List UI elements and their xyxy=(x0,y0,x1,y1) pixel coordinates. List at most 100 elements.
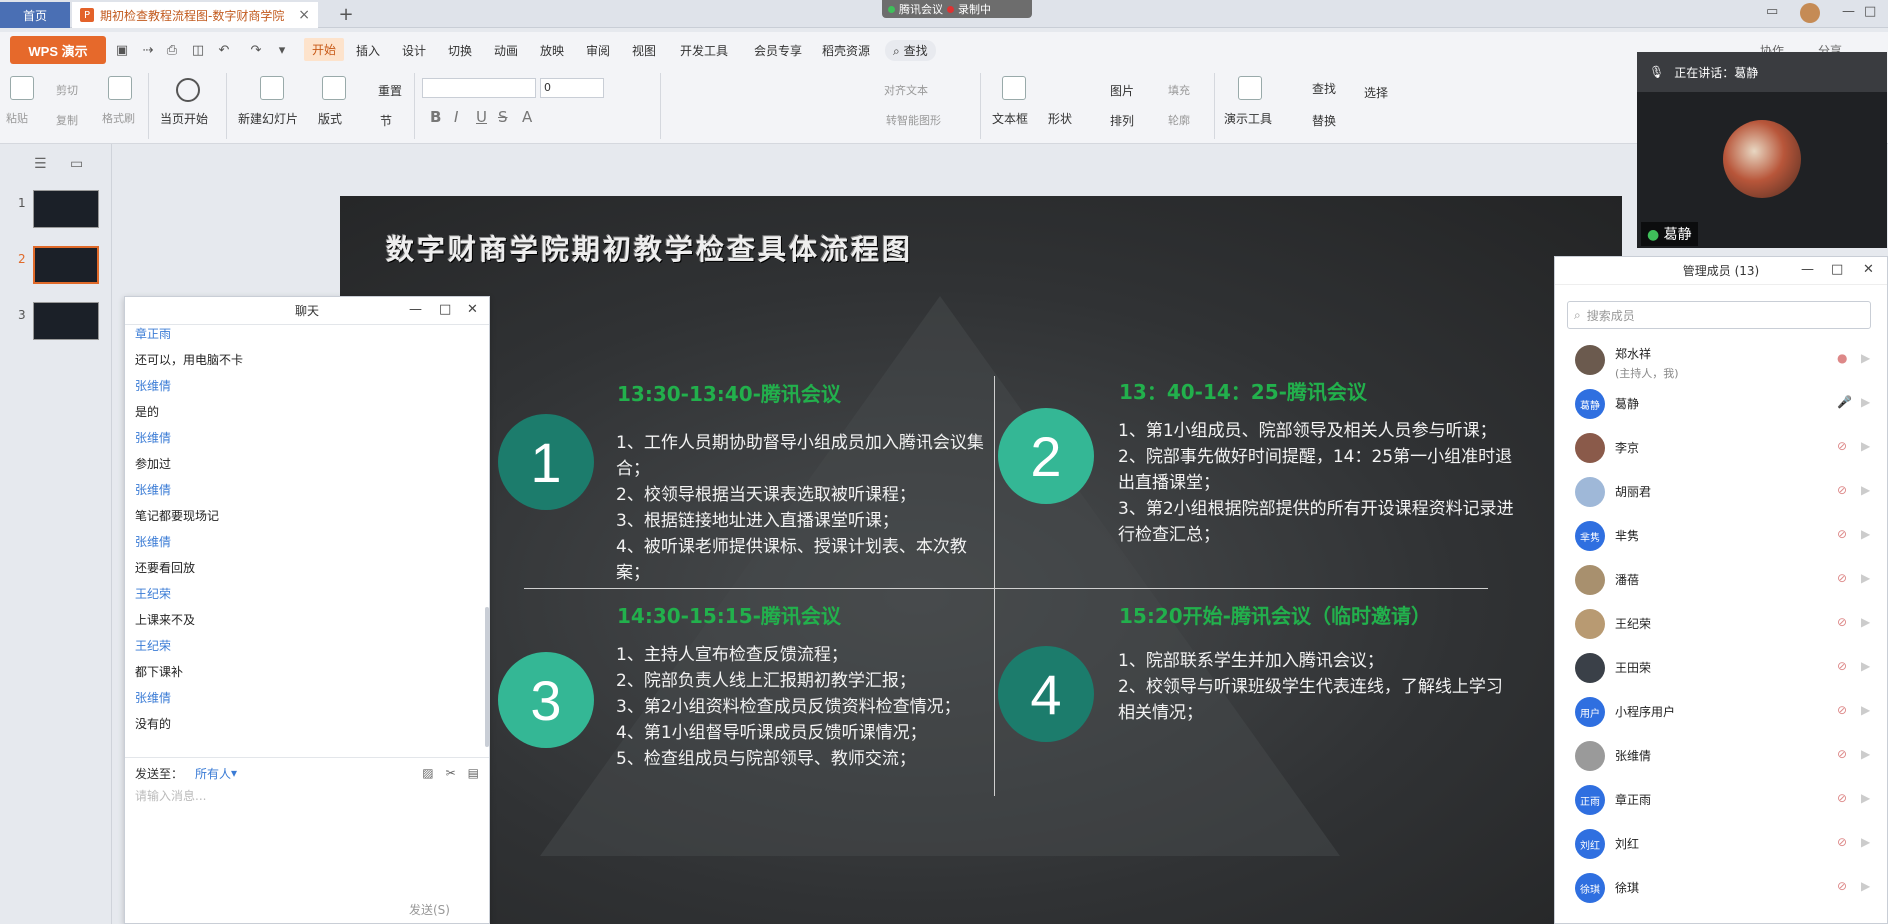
redo-icon[interactable]: ↷ xyxy=(248,42,264,58)
export-icon[interactable]: ⇢ xyxy=(140,42,156,58)
textbox-button[interactable]: 文本框 xyxy=(992,110,1028,127)
outline-button[interactable]: 轮廓 xyxy=(1168,112,1190,128)
camera-off-icon[interactable]: ▶ xyxy=(1861,791,1870,805)
layout-button[interactable]: 版式 xyxy=(318,110,342,127)
paste-button[interactable]: 粘贴 xyxy=(6,110,28,126)
member-row[interactable]: 徐琪 徐琪 ⊘ ▶ xyxy=(1555,865,1887,909)
minimize-icon[interactable]: — xyxy=(1801,262,1814,277)
new-slide-button[interactable]: 新建幻灯片 xyxy=(238,110,298,127)
chevron-down-icon[interactable]: ▾ xyxy=(231,766,237,780)
chat-window[interactable]: 聊天 — □ ✕ 章正雨 还可以，用电脑不卡 张维倩 是的 张维倩 参加过 张维倩 笔记都要现… xyxy=(124,296,490,924)
slide-thumbnail-selected[interactable] xyxy=(33,246,99,284)
member-row[interactable]: 李京 ⊘ ▶ xyxy=(1555,425,1887,469)
maximize-icon[interactable]: □ xyxy=(1831,262,1843,277)
window-layout-icon[interactable]: ▭ xyxy=(1766,4,1778,19)
maximize-icon[interactable]: □ xyxy=(1864,4,1876,19)
shape-button[interactable]: 形状 xyxy=(1048,110,1072,127)
mic-muted-icon[interactable]: ⊘ xyxy=(1837,835,1847,849)
new-tab-button[interactable]: + xyxy=(334,2,358,26)
menu-item-docer[interactable]: 稻壳资源 xyxy=(822,42,870,59)
camera-off-icon[interactable]: ▶ xyxy=(1861,747,1870,761)
camera-off-icon[interactable]: ▶ xyxy=(1861,439,1870,453)
strikethrough-icon[interactable]: S xyxy=(498,108,508,126)
menu-item-transition[interactable]: 切换 xyxy=(448,42,472,59)
smart-shape-button[interactable]: 转智能图形 xyxy=(886,112,941,128)
mic-muted-icon[interactable]: ● xyxy=(1837,351,1847,365)
camera-off-icon[interactable]: ▶ xyxy=(1861,879,1870,893)
screenshot-icon[interactable]: ✂ xyxy=(446,766,456,780)
presenter-tools-button[interactable]: 演示工具 xyxy=(1224,110,1272,127)
font-color-icon[interactable]: A xyxy=(522,108,532,126)
chevron-down-icon[interactable]: ▾ xyxy=(274,42,290,58)
video-panel[interactable]: 🎙 正在讲话：葛静 ● 葛静 xyxy=(1637,52,1887,248)
member-search-input[interactable]: ⌕ 搜索成员 xyxy=(1567,301,1871,329)
member-row[interactable]: 葛静 葛静 🎤 ▶ xyxy=(1555,381,1887,425)
member-row[interactable]: 用户 小程序用户 ⊘ ▶ xyxy=(1555,689,1887,733)
camera-off-icon[interactable]: ▶ xyxy=(1861,615,1870,629)
camera-off-icon[interactable]: ▶ xyxy=(1861,835,1870,849)
member-row[interactable]: 王田荣 ⊘ ▶ xyxy=(1555,645,1887,689)
menu-item-view[interactable]: 视图 xyxy=(632,42,656,59)
send-button[interactable]: 发送(S) xyxy=(409,901,450,918)
camera-off-icon[interactable]: ▶ xyxy=(1861,483,1870,497)
mic-muted-icon[interactable]: ⊘ xyxy=(1837,747,1847,761)
menu-item-developer[interactable]: 开发工具 xyxy=(680,42,728,59)
cut-button[interactable]: 剪切 xyxy=(56,82,78,98)
mic-muted-icon[interactable]: ⊘ xyxy=(1837,615,1847,629)
wps-menu-button[interactable]: WPS 演示 xyxy=(10,36,106,64)
find-button[interactable]: 查找 xyxy=(1312,80,1336,97)
member-row[interactable]: 刘红 刘红 ⊘ ▶ xyxy=(1555,821,1887,865)
copy-button[interactable]: 复制 xyxy=(56,112,78,128)
member-panel[interactable]: 管理成员 (13) — □ ✕ ⌕ 搜索成员 郑水祥 (主持人，我) ● ▶ 葛静 葛静 🎤… xyxy=(1554,256,1888,924)
menu-item-design[interactable]: 设计 xyxy=(402,42,426,59)
layout-icon[interactable] xyxy=(322,76,346,100)
mic-muted-icon[interactable]: ⊘ xyxy=(1837,439,1847,453)
member-row[interactable]: 王纪荣 ⊘ ▶ xyxy=(1555,601,1887,645)
slide-thumbnail[interactable] xyxy=(33,190,99,228)
camera-off-icon[interactable]: ▶ xyxy=(1861,571,1870,585)
bold-icon[interactable]: B xyxy=(430,108,441,126)
mic-muted-icon[interactable]: ⊘ xyxy=(1837,659,1847,673)
format-painter-icon[interactable] xyxy=(108,76,132,100)
mic-muted-icon[interactable]: ⊘ xyxy=(1837,571,1847,585)
minimize-icon[interactable]: — xyxy=(409,302,422,317)
replace-button[interactable]: 替换 xyxy=(1312,112,1336,129)
user-avatar[interactable] xyxy=(1800,3,1820,23)
format-painter-button[interactable]: 格式刷 xyxy=(102,110,135,126)
tab-document[interactable]: P 期初检查教程流程图-数字财商学院 × xyxy=(72,2,318,28)
member-row[interactable]: 潘蓓 ⊘ ▶ xyxy=(1555,557,1887,601)
fill-button[interactable]: 填充 xyxy=(1168,82,1190,98)
menu-item-slideshow[interactable]: 放映 xyxy=(540,42,564,59)
menu-item-animation[interactable]: 动画 xyxy=(494,42,518,59)
font-size-select[interactable]: 0 xyxy=(540,78,604,98)
select-button[interactable]: 选择 xyxy=(1364,84,1388,101)
presenter-tools-icon[interactable] xyxy=(1238,76,1262,100)
font-family-select[interactable] xyxy=(422,78,536,98)
underline-icon[interactable]: U xyxy=(476,108,487,126)
minimize-icon[interactable]: — xyxy=(1842,4,1855,19)
member-row[interactable]: 张维倩 ⊘ ▶ xyxy=(1555,733,1887,777)
preview-icon[interactable]: ◫ xyxy=(190,42,206,58)
menu-item-home[interactable]: 开始 xyxy=(304,38,345,61)
chat-scrollbar[interactable] xyxy=(485,607,489,747)
menu-search[interactable]: ⌕ 查找 xyxy=(885,40,936,61)
chat-input[interactable]: 请输入消息... xyxy=(135,787,206,804)
menu-item-review[interactable]: 审阅 xyxy=(586,42,610,59)
camera-off-icon[interactable]: ▶ xyxy=(1861,351,1870,365)
image-icon[interactable]: ▨ xyxy=(422,766,433,780)
mic-muted-icon[interactable]: ⊘ xyxy=(1837,483,1847,497)
member-row[interactable]: 正雨 章正雨 ⊘ ▶ xyxy=(1555,777,1887,821)
slide-thumbnail[interactable] xyxy=(33,302,99,340)
mic-muted-icon[interactable]: ⊘ xyxy=(1837,791,1847,805)
new-slide-icon[interactable] xyxy=(260,76,284,100)
undo-icon[interactable]: ↶ xyxy=(216,42,232,58)
close-icon[interactable]: ✕ xyxy=(1863,262,1874,277)
align-text-button[interactable]: 对齐文本 xyxy=(884,82,928,98)
mic-muted-icon[interactable]: ⊘ xyxy=(1837,879,1847,893)
from-current-button[interactable]: 当页开始 xyxy=(160,110,208,127)
member-row[interactable]: 胡丽君 ⊘ ▶ xyxy=(1555,469,1887,513)
close-icon[interactable]: ✕ xyxy=(467,302,478,317)
print-icon[interactable]: ⎙ xyxy=(164,42,180,58)
save-icon[interactable]: ▣ xyxy=(114,42,130,58)
chat-message-list[interactable]: 章正雨 还可以，用电脑不卡 张维倩 是的 张维倩 参加过 张维倩 笔记都要现场记 张维倩 还要看回… xyxy=(135,321,475,773)
